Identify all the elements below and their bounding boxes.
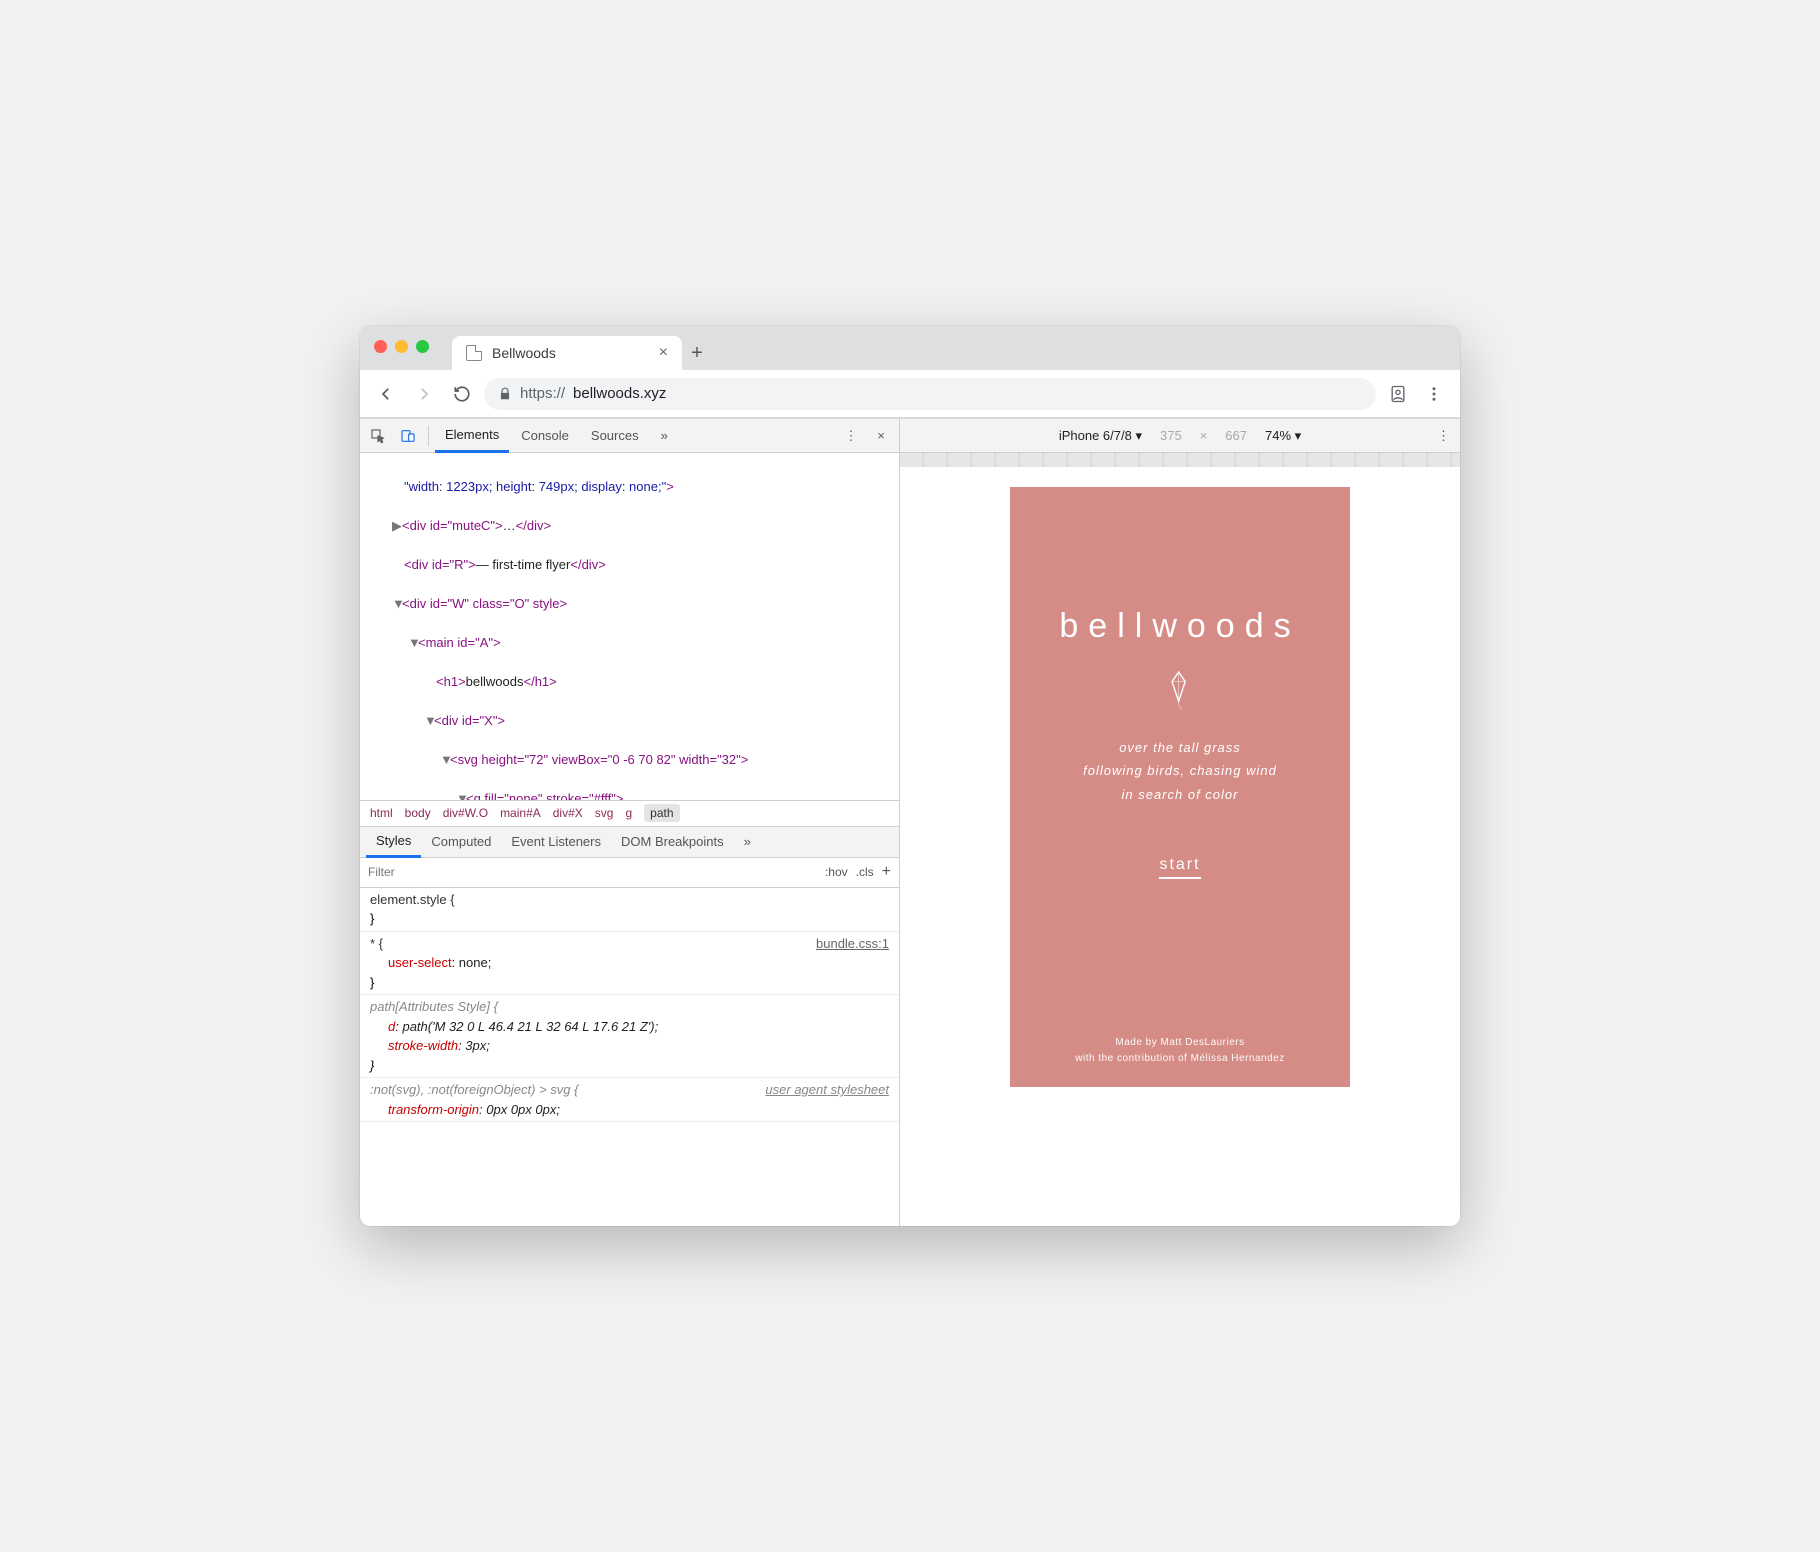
styles-tab-bar: Styles Computed Event Listeners DOM Brea… bbox=[360, 826, 899, 858]
device-toolbar: iPhone 6/7/8 ▾ 375 × 667 74% ▾ ⋮ bbox=[900, 419, 1460, 453]
dom-node[interactable]: <div id="R"> bbox=[404, 557, 476, 572]
url-host: bellwoods.xyz bbox=[573, 385, 666, 402]
dom-node[interactable]: <div id="muteC"> bbox=[402, 518, 503, 533]
css-ua-label: user agent stylesheet bbox=[765, 1080, 889, 1100]
zoom-select[interactable]: 74% ▾ bbox=[1265, 428, 1301, 444]
credits: Made by Matt DesLauriers with the contri… bbox=[1075, 1035, 1284, 1067]
chrome-menu-button[interactable] bbox=[1418, 378, 1450, 410]
dom-attr-value: "width: 1223px; height: 749px; display: … bbox=[404, 479, 666, 494]
devtools-left-panel: Elements Console Sources » ⋮ × "width: 1… bbox=[360, 419, 900, 1226]
crumb-item[interactable]: g bbox=[625, 806, 632, 820]
tab-more[interactable]: » bbox=[651, 419, 678, 453]
reload-button[interactable] bbox=[446, 378, 478, 410]
account-icon[interactable] bbox=[1382, 378, 1414, 410]
start-button[interactable]: start bbox=[1159, 856, 1200, 879]
tab-sources[interactable]: Sources bbox=[581, 419, 649, 453]
browser-window: Bellwoods × + https:// bellwoods.xyz bbox=[360, 326, 1460, 1226]
new-tab-button[interactable]: + bbox=[682, 338, 712, 368]
dom-breadcrumb[interactable]: html body div#W.O main#A div#X svg g pat… bbox=[360, 800, 899, 826]
app-preview[interactable]: bellwoods over the tall grass following … bbox=[1010, 487, 1350, 1087]
dom-node[interactable]: <g fill="none" stroke="#fff"> bbox=[466, 791, 623, 800]
app-title: bellwoods bbox=[1059, 607, 1300, 646]
viewport: bellwoods over the tall grass following … bbox=[900, 467, 1460, 1226]
tab-event-listeners[interactable]: Event Listeners bbox=[501, 826, 611, 858]
devtools-close-icon[interactable]: × bbox=[867, 422, 895, 450]
forward-button[interactable] bbox=[408, 378, 440, 410]
dimension-x-icon: × bbox=[1200, 428, 1208, 443]
close-tab-button[interactable]: × bbox=[659, 344, 668, 362]
dom-node[interactable]: <main id="A"> bbox=[418, 635, 501, 650]
browser-tab[interactable]: Bellwoods × bbox=[452, 336, 682, 370]
lock-icon bbox=[498, 387, 512, 401]
tab-elements[interactable]: Elements bbox=[435, 419, 509, 453]
crumb-item[interactable]: main#A bbox=[500, 806, 541, 820]
tab-console[interactable]: Console bbox=[511, 419, 579, 453]
device-select[interactable]: iPhone 6/7/8 ▾ bbox=[1059, 428, 1142, 444]
tab-title: Bellwoods bbox=[492, 345, 556, 361]
hov-toggle[interactable]: :hov bbox=[825, 865, 848, 879]
device-width[interactable]: 375 bbox=[1160, 428, 1182, 443]
title-bar: Bellwoods × + bbox=[360, 326, 1460, 370]
traffic-lights bbox=[374, 340, 429, 353]
css-selector[interactable]: element.style { bbox=[370, 890, 889, 910]
crumb-item-selected[interactable]: path bbox=[644, 804, 679, 822]
tab-dom-breakpoints[interactable]: DOM Breakpoints bbox=[611, 826, 734, 858]
dom-node[interactable]: <div id="X"> bbox=[434, 713, 505, 728]
css-source-link[interactable]: bundle.css:1 bbox=[816, 934, 889, 954]
tab-styles[interactable]: Styles bbox=[366, 826, 421, 858]
inspect-element-icon[interactable] bbox=[364, 422, 392, 450]
crumb-item[interactable]: body bbox=[405, 806, 431, 820]
crumb-item[interactable]: svg bbox=[595, 806, 614, 820]
styles-filter-input[interactable] bbox=[368, 865, 817, 879]
maximize-window-button[interactable] bbox=[416, 340, 429, 353]
ruler bbox=[900, 453, 1460, 467]
dom-tree[interactable]: "width: 1223px; height: 749px; display: … bbox=[360, 453, 899, 800]
css-selector: path[Attributes Style] { bbox=[370, 997, 889, 1017]
crumb-item[interactable]: div#X bbox=[553, 806, 583, 820]
dom-node[interactable]: <div id="W" class="O" style> bbox=[402, 596, 567, 611]
verse: over the tall grass following birds, cha… bbox=[1083, 736, 1277, 806]
styles-pane[interactable]: element.style { } bundle.css:1 * { user-… bbox=[360, 888, 899, 1227]
cls-toggle[interactable]: .cls bbox=[856, 865, 874, 879]
device-height[interactable]: 667 bbox=[1225, 428, 1247, 443]
dom-node[interactable]: <svg height="72" viewBox="0 -6 70 82" wi… bbox=[450, 752, 748, 767]
new-style-rule-button[interactable]: + bbox=[882, 863, 891, 881]
back-button[interactable] bbox=[370, 378, 402, 410]
devtools-tab-bar: Elements Console Sources » ⋮ × bbox=[360, 419, 899, 453]
device-preview-panel: iPhone 6/7/8 ▾ 375 × 667 74% ▾ ⋮ bellwoo… bbox=[900, 419, 1460, 1226]
devtools: Elements Console Sources » ⋮ × "width: 1… bbox=[360, 418, 1460, 1226]
device-toolbar-icon[interactable] bbox=[394, 422, 422, 450]
tab-styles-more[interactable]: » bbox=[734, 826, 761, 858]
minimize-window-button[interactable] bbox=[395, 340, 408, 353]
styles-filter-bar: :hov .cls + bbox=[360, 858, 899, 888]
favicon-icon bbox=[466, 345, 482, 361]
device-menu-icon[interactable]: ⋮ bbox=[1437, 428, 1450, 444]
crumb-item[interactable]: div#W.O bbox=[443, 806, 488, 820]
devtools-menu-icon[interactable]: ⋮ bbox=[837, 422, 865, 450]
toolbar: https:// bellwoods.xyz bbox=[360, 370, 1460, 418]
crumb-item[interactable]: html bbox=[370, 806, 393, 820]
tab-computed[interactable]: Computed bbox=[421, 826, 501, 858]
css-selector[interactable]: * { bbox=[370, 934, 889, 954]
kite-icon bbox=[1164, 666, 1196, 710]
url-scheme: https:// bbox=[520, 385, 565, 402]
close-window-button[interactable] bbox=[374, 340, 387, 353]
address-bar[interactable]: https:// bellwoods.xyz bbox=[484, 378, 1376, 410]
